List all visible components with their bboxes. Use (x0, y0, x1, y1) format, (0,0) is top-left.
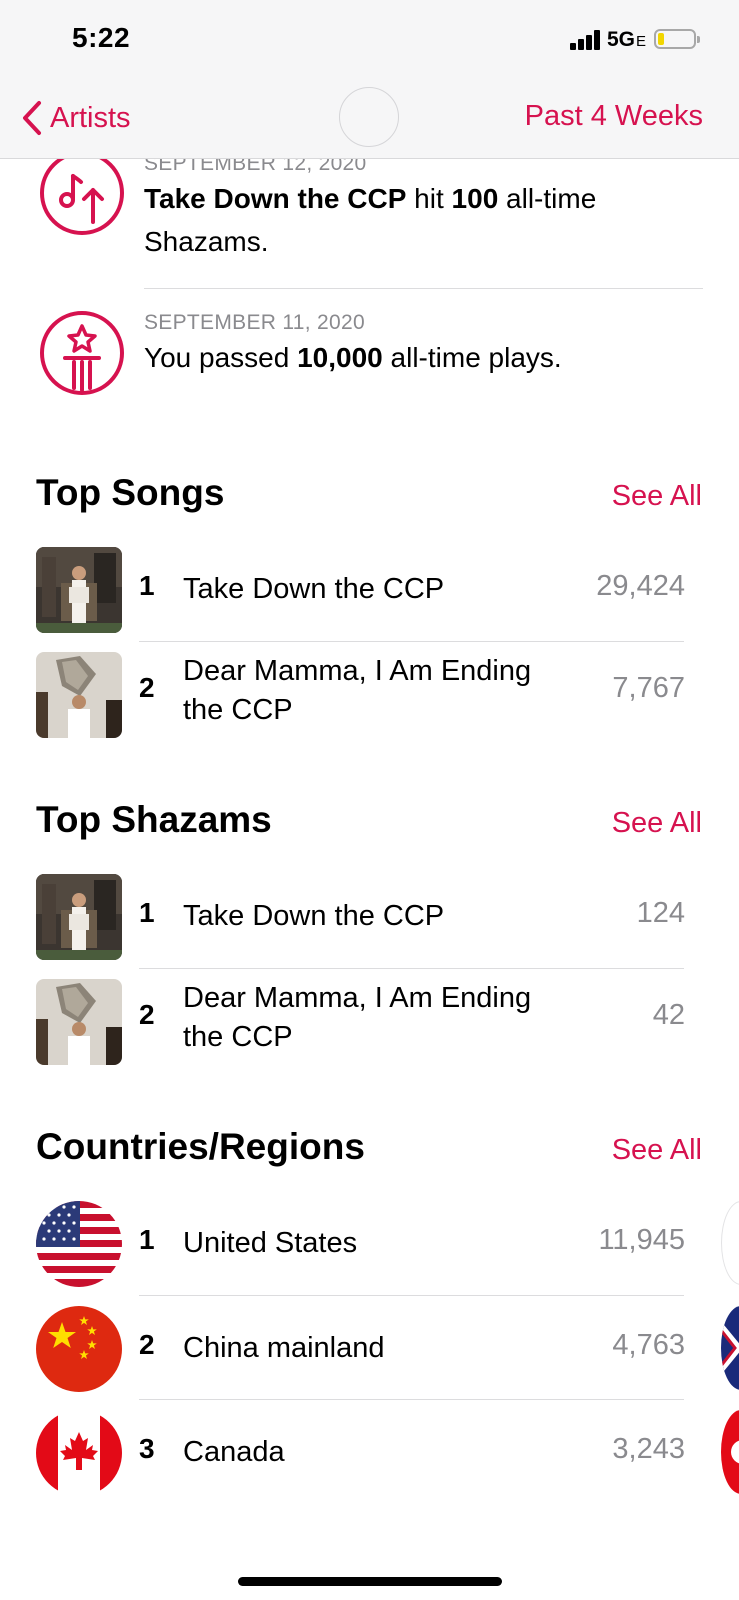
top-bar: 5:22 5GE Artists Past 4 Weeks (0, 0, 739, 159)
divider (144, 288, 703, 289)
song-rank: 1 (139, 570, 155, 601)
back-label: Artists (50, 101, 131, 134)
top-shazams-title: Top Shazams (36, 799, 272, 840)
shazam-rank: 1 (139, 897, 155, 928)
country-name: China mainland (183, 1332, 385, 1364)
country-rank: 2 (139, 1329, 155, 1360)
country-name: Canada (183, 1436, 285, 1468)
chevron-left-icon (23, 101, 41, 135)
milestone-text: Take Down the CCP hit 100 all-time Shaza… (144, 183, 597, 257)
country-count: 4,763 (612, 1329, 685, 1361)
album-art (36, 547, 122, 633)
time-period-button[interactable]: Past 4 Weeks (525, 100, 703, 133)
song-play-count: 7,767 (612, 672, 685, 704)
divider (139, 1399, 684, 1400)
shazam-count: 42 (652, 999, 685, 1031)
shazam-up-arrow-icon (40, 151, 124, 235)
country-count: 11,945 (598, 1224, 685, 1256)
milestone-date: SEPTEMBER 11, 2020 (144, 311, 365, 334)
song-row[interactable]: 2 Dear Mamma, I Am Ending the CCP 7,767 (0, 645, 739, 745)
home-indicator[interactable] (238, 1577, 502, 1586)
milestone-item: SEPTEMBER 11, 2020 You passed 10,000 all… (0, 305, 739, 405)
shazam-count: 124 (636, 897, 685, 929)
country-count: 3,243 (612, 1433, 685, 1465)
country-name: United States (183, 1227, 358, 1259)
shazam-row[interactable]: 1 Take Down the CCP 124 (0, 867, 739, 967)
song-play-count: 29,424 (596, 570, 685, 602)
divider (139, 968, 684, 969)
signal-strength-icon (570, 30, 604, 50)
canada-flag-icon (36, 1410, 122, 1496)
country-rank: 3 (139, 1433, 155, 1464)
album-art (36, 874, 122, 960)
country-rank: 1 (139, 1224, 155, 1255)
divider (139, 1295, 684, 1296)
artist-avatar-placeholder[interactable] (339, 87, 399, 147)
us-flag-icon (36, 1201, 122, 1287)
china-flag-icon (36, 1306, 122, 1392)
top-songs-see-all-button[interactable]: See All (612, 480, 702, 513)
shazam-row[interactable]: 2 Dear Mamma, I Am Ending the CCP 42 (0, 972, 739, 1072)
milestone-item: SEPTEMBER 12, 2020 Take Down the CCP hit… (0, 150, 739, 280)
country-row[interactable]: 3 Canada 3,243 (0, 1403, 739, 1503)
back-button[interactable]: Artists (22, 98, 131, 138)
star-plays-icon (40, 311, 124, 395)
battery-icon (654, 29, 700, 49)
divider (139, 641, 684, 642)
country-row[interactable]: 2 China mainland 4,763 (0, 1299, 739, 1399)
album-art (36, 979, 122, 1065)
countries-title: Countries/Regions (36, 1126, 365, 1167)
album-art (36, 652, 122, 738)
top-shazams-see-all-button[interactable]: See All (612, 807, 702, 840)
song-row[interactable]: 1 Take Down the CCP 29,424 (0, 540, 739, 640)
top-songs-title: Top Songs (36, 472, 225, 513)
song-title: Take Down the CCP (183, 573, 445, 605)
country-row[interactable]: 1 United States 11,945 (0, 1194, 739, 1294)
shazam-title: Take Down the CCP (183, 900, 445, 932)
countries-see-all-button[interactable]: See All (612, 1134, 702, 1167)
network-indicator: 5GE (607, 28, 647, 51)
song-title: Dear Mamma, I Am Ending the CCP (183, 655, 532, 726)
shazam-title: Dear Mamma, I Am Ending the CCP (183, 982, 532, 1053)
status-time: 5:22 (72, 22, 131, 53)
song-rank: 2 (139, 672, 155, 703)
shazam-rank: 2 (139, 999, 155, 1030)
milestone-text: You passed 10,000 all-time plays. (144, 342, 562, 373)
